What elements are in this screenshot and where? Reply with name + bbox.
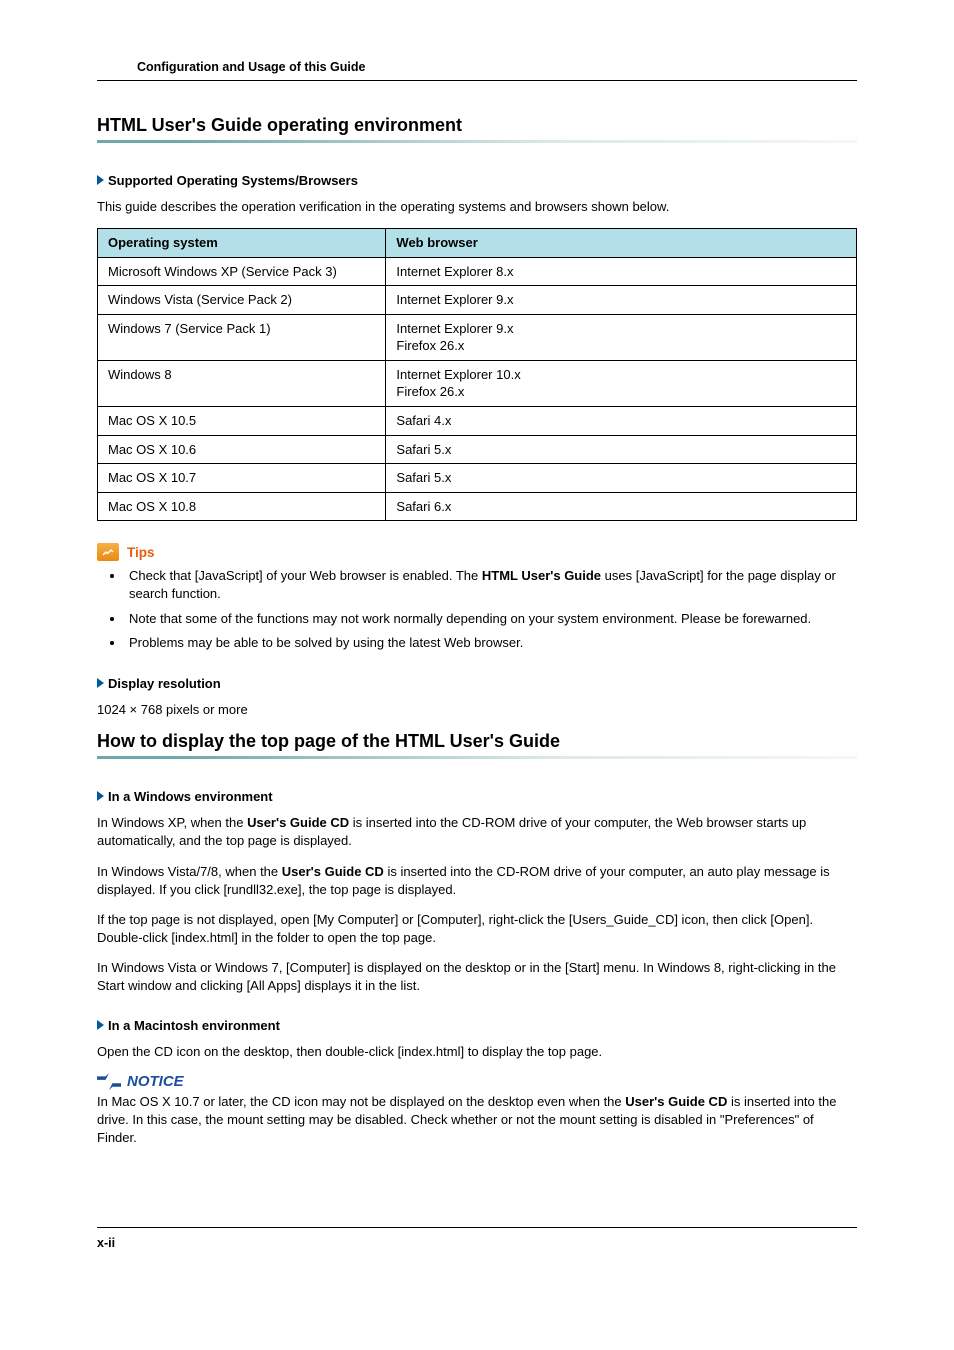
section-heading-operating-environment: HTML User's Guide operating environment	[97, 115, 857, 136]
notice-label: NOTICE	[127, 1073, 184, 1090]
cell-os: Mac OS X 10.8	[98, 492, 386, 521]
display-resolution-body: 1024 × 768 pixels or more	[97, 701, 857, 719]
tips-label: Tips	[127, 545, 155, 560]
cell-os: Windows 7 (Service Pack 1)	[98, 314, 386, 360]
windows-paragraph-1: In Windows XP, when the User's Guide CD …	[97, 814, 857, 850]
tips-icon	[97, 543, 119, 561]
triangle-icon	[97, 791, 104, 801]
triangle-icon	[97, 678, 104, 688]
subheading-macintosh-environment: In a Macintosh environment	[97, 1018, 857, 1033]
list-item: Problems may be able to be solved by usi…	[125, 634, 857, 652]
triangle-icon	[97, 175, 104, 185]
section-rule	[97, 756, 857, 759]
subheading-text: In a Macintosh environment	[108, 1018, 280, 1033]
table-row: Mac OS X 10.6Safari 5.x	[98, 435, 857, 464]
table-row: Mac OS X 10.7Safari 5.x	[98, 464, 857, 493]
cell-os: Mac OS X 10.7	[98, 464, 386, 493]
cell-browser: Internet Explorer 10.x Firefox 26.x	[386, 360, 857, 406]
cell-browser: Safari 5.x	[386, 464, 857, 493]
table-row: Mac OS X 10.8Safari 6.x	[98, 492, 857, 521]
cell-browser: Internet Explorer 9.x Firefox 26.x	[386, 314, 857, 360]
table-header-os: Operating system	[98, 229, 386, 258]
cell-os: Microsoft Windows XP (Service Pack 3)	[98, 257, 386, 286]
table-row: Mac OS X 10.5Safari 4.x	[98, 407, 857, 436]
subheading-display-resolution: Display resolution	[97, 676, 857, 691]
subheading-supported-os-browsers: Supported Operating Systems/Browsers	[97, 173, 857, 188]
windows-paragraph-4: In Windows Vista or Windows 7, [Computer…	[97, 959, 857, 995]
tips-list: Check that [JavaScript] of your Web brow…	[117, 567, 857, 652]
table-header-browser: Web browser	[386, 229, 857, 258]
cell-browser: Safari 6.x	[386, 492, 857, 521]
subheading-text: Supported Operating Systems/Browsers	[108, 173, 358, 188]
subheading-windows-environment: In a Windows environment	[97, 789, 857, 804]
notice-icon	[97, 1073, 121, 1091]
table-row: Windows 8Internet Explorer 10.x Firefox …	[98, 360, 857, 406]
notice-heading: NOTICE	[97, 1073, 857, 1091]
cell-os: Mac OS X 10.5	[98, 407, 386, 436]
cell-os: Windows 8	[98, 360, 386, 406]
notice-body: In Mac OS X 10.7 or later, the CD icon m…	[97, 1093, 857, 1148]
windows-paragraph-2: In Windows Vista/7/8, when the User's Gu…	[97, 863, 857, 899]
triangle-icon	[97, 1020, 104, 1030]
cell-os: Mac OS X 10.6	[98, 435, 386, 464]
subheading-text: In a Windows environment	[108, 789, 273, 804]
table-row: Microsoft Windows XP (Service Pack 3)Int…	[98, 257, 857, 286]
cell-browser: Internet Explorer 9.x	[386, 286, 857, 315]
list-item: Check that [JavaScript] of your Web brow…	[125, 567, 857, 603]
windows-paragraph-3: If the top page is not displayed, open […	[97, 911, 857, 947]
tips-block: Tips Check that [JavaScript] of your Web…	[97, 543, 857, 652]
cell-os: Windows Vista (Service Pack 2)	[98, 286, 386, 315]
mac-paragraph-1: Open the CD icon on the desktop, then do…	[97, 1043, 857, 1061]
subheading-text: Display resolution	[108, 676, 221, 691]
table-row: Windows 7 (Service Pack 1)Internet Explo…	[98, 314, 857, 360]
section-rule	[97, 140, 857, 143]
running-header: Configuration and Usage of this Guide	[97, 60, 857, 81]
intro-paragraph: This guide describes the operation verif…	[97, 198, 857, 216]
cell-browser: Safari 4.x	[386, 407, 857, 436]
cell-browser: Safari 5.x	[386, 435, 857, 464]
list-item: Note that some of the functions may not …	[125, 610, 857, 628]
section-heading-display-top-page: How to display the top page of the HTML …	[97, 731, 857, 752]
table-row: Windows Vista (Service Pack 2)Internet E…	[98, 286, 857, 315]
page-footer: x-ii	[97, 1227, 857, 1250]
compatibility-table: Operating system Web browser Microsoft W…	[97, 228, 857, 521]
cell-browser: Internet Explorer 8.x	[386, 257, 857, 286]
